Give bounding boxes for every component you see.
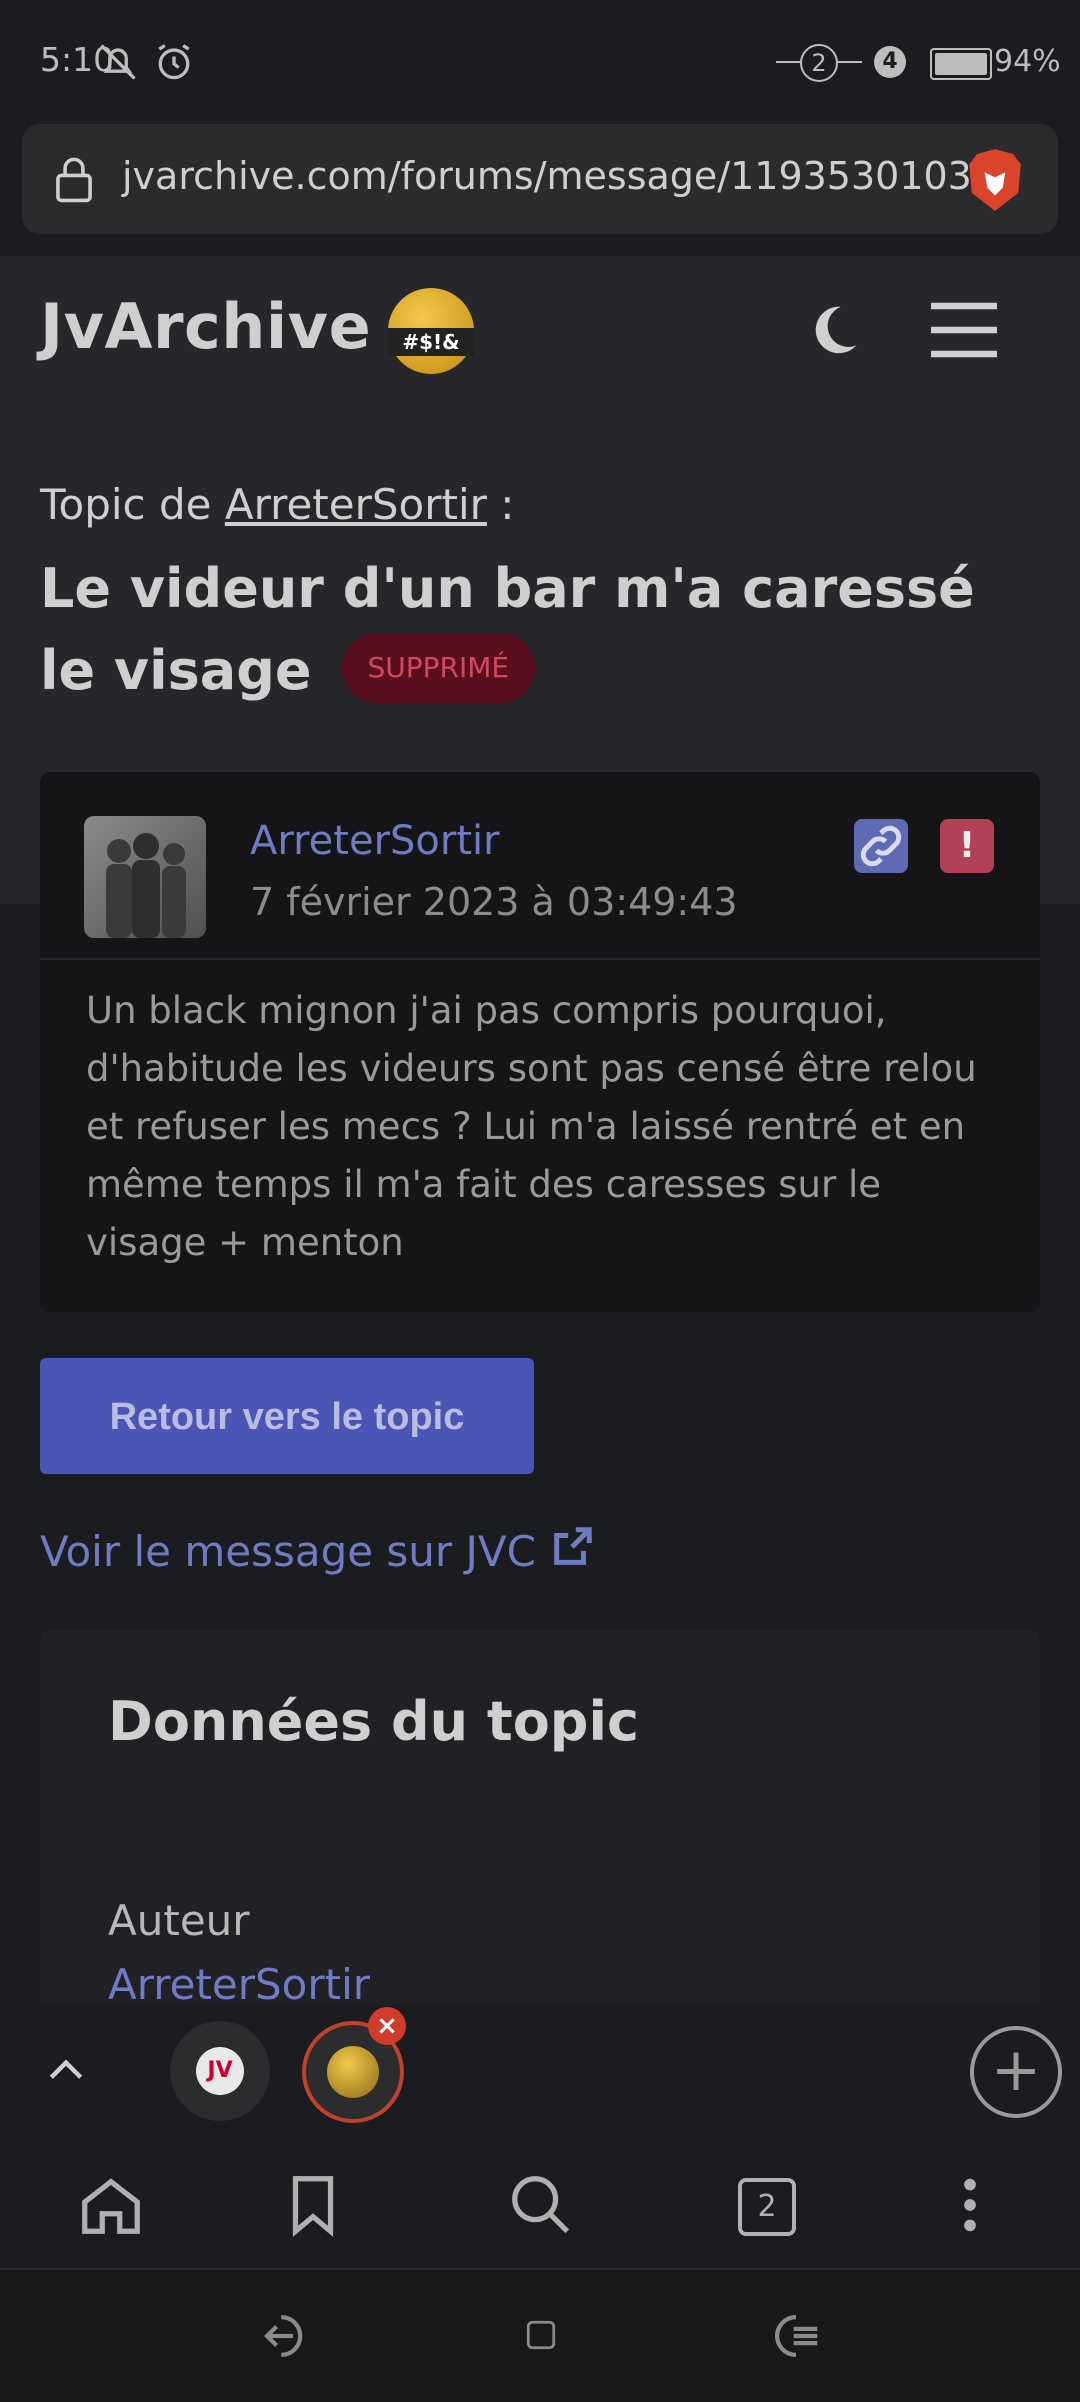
tab-jvc[interactable]: JV — [170, 2021, 270, 2121]
link-icon — [860, 825, 902, 867]
back-to-topic-button[interactable]: Retour vers le topic — [40, 1358, 534, 1474]
avatar-image — [106, 833, 186, 938]
home-icon[interactable] — [76, 2170, 146, 2240]
emoji-censor-text: #$!& — [388, 328, 474, 356]
topic-data-author-link[interactable]: ArreterSortir — [108, 1960, 370, 2009]
topic-author-link[interactable]: ArreterSortir — [225, 480, 487, 529]
topic-title-block: Le videur d'un bar m'a caressé le visage… — [40, 548, 1040, 712]
sim-indicator: 2 — [776, 44, 862, 82]
external-link-icon — [554, 1527, 593, 1565]
logo-emoji-icon: #$!& — [388, 288, 474, 374]
topic-prefix-label: Topic de — [40, 480, 212, 529]
notification-badge: 4 — [874, 46, 906, 78]
tab-jvarchive-active[interactable]: × — [302, 2007, 406, 2123]
message-divider — [40, 958, 1040, 960]
alarm-off-icon — [100, 44, 136, 80]
message-date: 7 février 2023 à 03:49:43 — [250, 880, 738, 924]
chevron-up-icon[interactable] — [44, 2048, 88, 2092]
battery-icon — [930, 48, 992, 80]
message-body: Un black mignon j'ai pas compris pourquo… — [86, 989, 977, 1264]
tab-strip — [0, 2004, 1080, 2140]
view-on-jvc-link[interactable]: Voir le message sur JVC — [40, 1524, 595, 1576]
site-logo[interactable]: JvArchive — [40, 290, 371, 363]
avatar[interactable] — [84, 816, 206, 938]
status-bar: 5:10 2 4 94% — [0, 0, 1080, 122]
report-button[interactable]: ! — [940, 819, 994, 873]
home-nav-icon[interactable] — [524, 2318, 558, 2352]
jvc-favicon-icon: JV — [196, 2047, 244, 2095]
tab-count-button[interactable]: 2 — [738, 2178, 796, 2236]
url-text[interactable]: jvarchive.com/forums/message/1193530103 — [122, 154, 972, 198]
view-on-jvc-label[interactable]: Voir le message sur JVC — [40, 1527, 536, 1576]
brave-lion-icon[interactable] — [964, 146, 1026, 214]
moon-icon[interactable] — [802, 296, 864, 364]
address-bar[interactable]: jvarchive.com/forums/message/1193530103 — [22, 124, 1058, 234]
battery-level: 94% — [994, 44, 1061, 79]
lock-icon — [56, 157, 92, 203]
topic-data-author-label: Auteur — [108, 1896, 250, 1945]
close-tab-button[interactable]: × — [368, 2007, 406, 2045]
message-author-link[interactable]: ArreterSortir — [250, 818, 500, 864]
topic-separator: : — [500, 480, 515, 529]
bookmark-icon[interactable] — [278, 2170, 348, 2240]
status-badge: SUPPRIMÉ — [341, 633, 536, 704]
search-icon[interactable] — [506, 2170, 576, 2240]
topic-prefix: Topic de ArreterSortir : — [40, 480, 514, 529]
back-nav-icon[interactable] — [256, 2310, 316, 2362]
permalink-button[interactable] — [854, 819, 908, 873]
more-vert-icon[interactable] — [935, 2170, 1005, 2240]
alarm-icon — [158, 44, 190, 80]
recents-nav-icon[interactable] — [766, 2310, 826, 2362]
topic-data-title: Données du topic — [108, 1690, 639, 1753]
new-tab-button[interactable]: + — [970, 2026, 1062, 2118]
jvarchive-favicon-icon — [327, 2046, 379, 2098]
hamburger-menu-icon[interactable] — [928, 300, 1000, 360]
